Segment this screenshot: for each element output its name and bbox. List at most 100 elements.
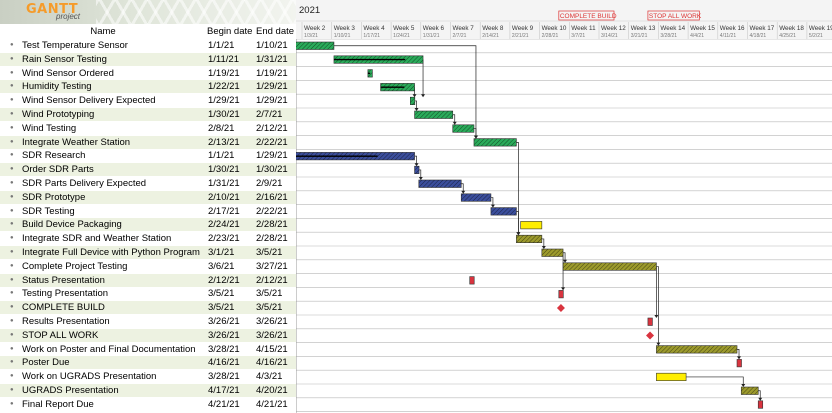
task-bar-hatch — [741, 387, 759, 395]
task-name: Integrate SDR and Weather Station — [22, 233, 172, 245]
table-row[interactable]: ● SDR Testing 2/17/21 2/22/21 — [0, 205, 296, 218]
table-row[interactable]: ● Order SDR Parts 1/30/21 1/30/21 — [0, 163, 296, 177]
table-row[interactable]: ● Poster Due 4/16/21 4/16/21 — [0, 356, 296, 370]
task-bar-hatch — [296, 42, 334, 50]
table-row[interactable]: ● Integrate Weather Station 2/13/21 2/22/21 — [0, 135, 296, 149]
logo-subtext: project — [56, 12, 81, 21]
table-row[interactable]: ● SDR Research 1/1/21 1/29/21 — [0, 149, 296, 162]
task-begin-date: 1/1/21 — [208, 150, 235, 162]
task-name: Integrate Weather Station — [22, 136, 131, 148]
table-row[interactable]: ● Rain Sensor Testing 1/11/21 1/31/21 — [0, 52, 296, 66]
task-name: Complete Project Testing — [22, 260, 128, 272]
task-begin-date: 2/23/21 — [208, 233, 240, 245]
dependency-arrowhead — [473, 135, 478, 139]
task-begin-date: 4/16/21 — [208, 357, 240, 369]
task-bar-hatch — [473, 138, 517, 147]
table-row[interactable]: ● Humidity Testing 1/22/21 1/29/21 — [0, 80, 296, 94]
week-label: Week 2 — [304, 25, 326, 32]
task-name: Work on UGRADS Presentation — [22, 371, 157, 383]
column-header-name[interactable]: Name — [0, 25, 206, 38]
table-header: Name Begin date End date — [0, 25, 296, 38]
task-name: COMPLETE BUILD — [22, 302, 105, 314]
table-row[interactable]: ● Wind Sensor Delivery Expected 1/29/21 1/2… — [0, 94, 296, 107]
column-header-end[interactable]: End date — [256, 25, 294, 38]
task-begin-date: 4/17/21 — [208, 385, 240, 396]
week-label: Week 16 — [720, 25, 745, 32]
task-bar — [736, 359, 742, 368]
row-bullet-icon: ● — [10, 69, 14, 76]
task-name: Wind Testing — [22, 122, 77, 134]
row-bullet-icon: ● — [10, 262, 14, 269]
table-row[interactable]: ● Wind Sensor Ordered 1/19/21 1/19/21 — [0, 67, 296, 80]
dependency-arrowhead — [541, 246, 546, 249]
task-name: SDR Prototype — [22, 191, 86, 203]
task-end-date: 2/28/21 — [256, 233, 288, 245]
task-begin-date: 3/5/21 — [208, 302, 235, 314]
table-row[interactable]: ● Testing Presentation 3/5/21 3/5/21 — [0, 287, 296, 300]
week-date-label: 3/21/21 — [631, 33, 648, 39]
task-bar-hatch — [490, 207, 517, 216]
week-label: Week 9 — [512, 25, 534, 32]
task-name: Order SDR Parts — [22, 164, 94, 176]
row-bullet-icon: ● — [10, 359, 14, 366]
row-bullet-icon: ● — [10, 42, 14, 48]
task-begin-date: 2/17/21 — [208, 205, 240, 217]
week-label: Week 10 — [542, 25, 567, 32]
task-end-date: 3/26/21 — [256, 329, 288, 341]
task-begin-date: 3/26/21 — [208, 316, 240, 327]
week-label: Week 6 — [423, 25, 445, 32]
task-end-date: 4/3/21 — [256, 371, 283, 383]
row-bullet-icon: ● — [10, 166, 14, 173]
row-bullet-icon: ● — [10, 221, 14, 228]
dependency-arrowhead — [656, 342, 661, 346]
table-row[interactable]: ● Integrate Full Device with Python Progr… — [0, 246, 296, 259]
table-row[interactable]: ● Wind Prototyping 1/30/21 2/7/21 — [0, 108, 296, 121]
table-row[interactable]: ● Results Presentation 3/26/21 3/26/21 — [0, 315, 296, 328]
task-name: Work on Poster and Final Documentation — [22, 343, 196, 355]
task-end-date: 4/21/21 — [256, 398, 288, 410]
week-label: Week 17 — [750, 25, 775, 32]
task-bar-hatch — [452, 124, 474, 133]
week-label: Week 8 — [482, 25, 504, 32]
table-row[interactable]: ● Build Device Packaging 2/24/21 2/28/21 — [0, 218, 296, 232]
table-row[interactable]: ● Work on UGRADS Presentation 3/28/21 4/3/2… — [0, 370, 296, 383]
milestone-marker-label: STOP ALL WORK — [649, 13, 702, 20]
dependency-arrowhead — [418, 177, 423, 180]
row-bullet-icon: ● — [10, 97, 14, 104]
table-row[interactable]: ● Wind Testing 2/8/21 2/12/21 — [0, 122, 296, 135]
week-label: Week 12 — [601, 25, 626, 32]
row-bullet-icon: ● — [10, 138, 14, 145]
dependency-arrowhead — [654, 315, 659, 318]
task-end-date: 3/5/21 — [256, 288, 283, 300]
task-end-date: 3/26/21 — [256, 316, 288, 327]
table-row[interactable]: ● COMPLETE BUILD 3/5/21 3/5/21 — [0, 301, 296, 315]
task-bar-hatch — [563, 262, 657, 271]
task-name: Status Presentation — [22, 274, 105, 286]
task-name: Final Report Due — [22, 398, 94, 410]
table-row[interactable]: ● STOP ALL WORK 3/26/21 3/26/21 — [0, 328, 296, 342]
row-bullet-icon: ● — [10, 152, 14, 159]
table-row[interactable]: ● SDR Prototype 2/10/21 2/16/21 — [0, 190, 296, 204]
task-name: Wind Sensor Ordered — [22, 67, 114, 79]
column-header-begin[interactable]: Begin date — [207, 25, 252, 38]
table-row[interactable]: ● Status Presentation 2/12/21 2/12/21 — [0, 273, 296, 287]
task-name: Rain Sensor Testing — [22, 53, 107, 65]
table-row[interactable]: ● Work on Poster and Final Documentation 3… — [0, 343, 296, 356]
task-begin-date: 1/31/21 — [208, 178, 240, 189]
table-row[interactable]: ● Integrate SDR and Weather Station 2/23/2… — [0, 232, 296, 245]
table-row[interactable]: ● SDR Parts Delivery Expected 1/31/21 2/9/2… — [0, 177, 296, 190]
row-bullet-icon: ● — [10, 207, 14, 214]
table-row[interactable]: ● Test Temperature Sensor 1/1/21 1/10/21 — [0, 39, 296, 52]
row-bullet-icon: ● — [10, 345, 14, 352]
task-bar-hatch — [461, 193, 491, 202]
task-begin-date: 1/11/21 — [208, 53, 239, 65]
week-label: Week 15 — [690, 25, 715, 32]
task-name: Poster Due — [22, 357, 70, 369]
task-begin-date: 3/28/21 — [208, 343, 240, 355]
table-row[interactable]: ● Complete Project Testing 3/6/21 3/27/21 — [0, 260, 296, 273]
row-bullet-icon: ● — [10, 235, 14, 242]
week-label: Week 5 — [393, 25, 415, 32]
table-row[interactable]: ● Final Report Due 4/21/21 4/21/21 — [0, 398, 296, 411]
week-label: Week 11 — [571, 25, 596, 32]
table-row[interactable]: ● UGRADS Presentation 4/17/21 4/20/21 — [0, 384, 296, 397]
